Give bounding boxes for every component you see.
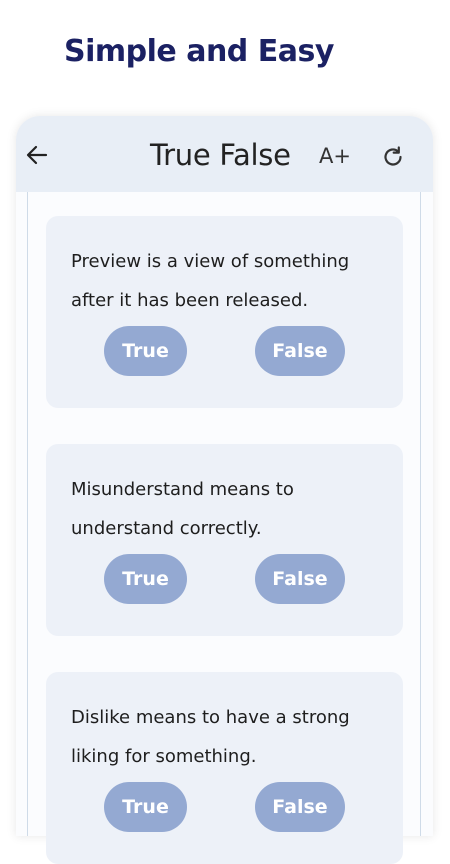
- refresh-button[interactable]: [381, 145, 405, 169]
- false-button[interactable]: False: [255, 782, 345, 832]
- page-title: True False: [150, 138, 291, 172]
- true-button[interactable]: True: [104, 326, 187, 376]
- back-button[interactable]: [24, 142, 50, 168]
- true-button[interactable]: True: [104, 782, 187, 832]
- arrow-left-icon: [26, 145, 48, 165]
- promo-headline: Simple and Easy: [64, 34, 334, 69]
- question-card: Dislike means to have a strong liking fo…: [46, 672, 403, 864]
- app-bar: True False A+: [16, 116, 433, 192]
- question-text: Misunderstand means to understand correc…: [71, 479, 294, 539]
- question-card: Misunderstand means to understand correc…: [46, 444, 403, 636]
- refresh-icon: [384, 146, 402, 166]
- question-text: Preview is a view of something after it …: [71, 251, 350, 311]
- font-size-button[interactable]: A+: [319, 144, 351, 168]
- false-button[interactable]: False: [255, 326, 345, 376]
- question-text: Dislike means to have a strong liking fo…: [71, 707, 350, 767]
- false-button[interactable]: False: [255, 554, 345, 604]
- question-card: Preview is a view of something after it …: [46, 216, 403, 408]
- true-button[interactable]: True: [104, 554, 187, 604]
